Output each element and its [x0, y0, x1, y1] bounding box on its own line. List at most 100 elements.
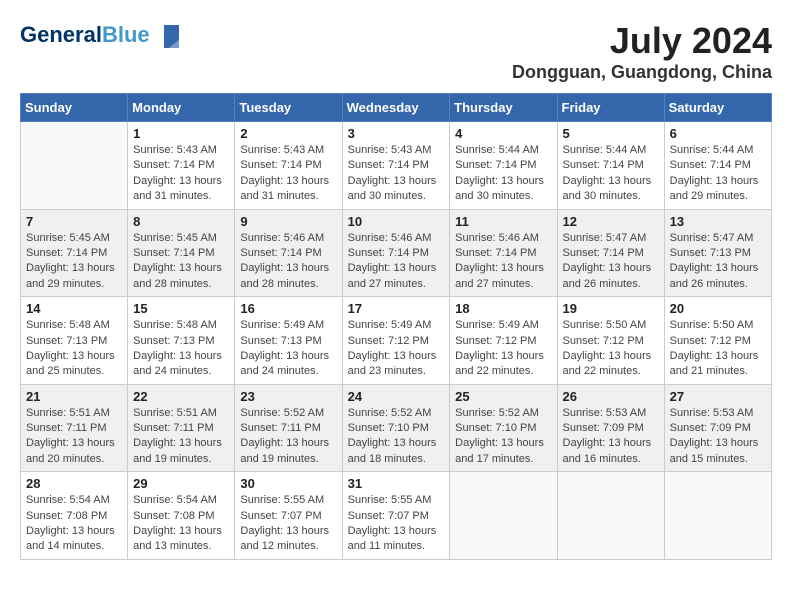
table-row — [450, 472, 557, 560]
day-info: Sunrise: 5:43 AM Sunset: 7:14 PM Dayligh… — [348, 143, 445, 205]
day-number: 12 — [563, 214, 659, 229]
calendar-week-row: 21Sunrise: 5:51 AM Sunset: 7:11 PM Dayli… — [21, 384, 772, 472]
table-row: 20 Sunrise: 5:50 AM Sunset: 7:12 PM Dayli… — [664, 297, 771, 385]
table-row: 18 Sunrise: 5:49 AM Sunset: 7:12 PM Dayli… — [450, 297, 557, 385]
day-number: 18 — [455, 301, 551, 316]
day-number: 20 — [670, 301, 766, 316]
table-row: 27 Sunrise: 5:53 AM Sunset: 7:09 PM Dayli… — [664, 384, 771, 472]
day-info: Sunrise: 5:49 AM Sunset: 7:12 PM Dayligh… — [455, 318, 551, 380]
table-row: 30 Sunrise: 5:55 AM Sunset: 7:07 PM Dayli… — [235, 472, 342, 560]
day-info: Sunrise: 5:49 AM Sunset: 7:12 PM Dayligh… — [348, 318, 445, 380]
day-number: 1 — [133, 126, 229, 141]
col-saturday: Saturday — [664, 94, 771, 122]
day-info: Sunrise: 5:48 AM Sunset: 7:13 PM Dayligh… — [133, 318, 229, 380]
day-info: Sunrise: 5:54 AM Sunset: 7:08 PM Dayligh… — [133, 493, 229, 555]
day-info: Sunrise: 5:48 AM Sunset: 7:13 PM Dayligh… — [26, 318, 122, 380]
day-info: Sunrise: 5:55 AM Sunset: 7:07 PM Dayligh… — [240, 493, 336, 555]
title-area: July 2024 Dongguan, Guangdong, China — [512, 20, 772, 83]
calendar-week-row: 28 Sunrise: 5:54 AM Sunset: 7:08 PM Dayli… — [21, 472, 772, 560]
day-info: Sunrise: 5:46 AM Sunset: 7:14 PM Dayligh… — [348, 231, 445, 293]
day-info: Sunrise: 5:45 AM Sunset: 7:14 PM Dayligh… — [133, 231, 229, 293]
day-number: 11 — [455, 214, 551, 229]
day-number: 4 — [455, 126, 551, 141]
calendar-week-row: 1 Sunrise: 5:43 AM Sunset: 7:14 PM Daylig… — [21, 122, 772, 210]
day-info: Sunrise: 5:52 AM Sunset: 7:10 PM Dayligh… — [455, 406, 551, 468]
day-info: Sunrise: 5:43 AM Sunset: 7:14 PM Dayligh… — [240, 143, 336, 205]
day-number: 10 — [348, 214, 445, 229]
day-number: 22 — [133, 389, 229, 404]
table-row: 26 Sunrise: 5:53 AM Sunset: 7:09 PM Dayli… — [557, 384, 664, 472]
day-number: 28 — [26, 476, 122, 491]
day-number: 17 — [348, 301, 445, 316]
logo-icon — [154, 20, 184, 50]
logo-blue: Blue — [102, 22, 150, 47]
table-row: 3 Sunrise: 5:43 AM Sunset: 7:14 PM Daylig… — [342, 122, 450, 210]
table-row: 5 Sunrise: 5:44 AM Sunset: 7:14 PM Daylig… — [557, 122, 664, 210]
calendar-week-row: 14 Sunrise: 5:48 AM Sunset: 7:13 PM Dayli… — [21, 297, 772, 385]
table-row — [21, 122, 128, 210]
calendar-week-row: 7 Sunrise: 5:45 AM Sunset: 7:14 PM Daylig… — [21, 209, 772, 297]
table-row: 13 Sunrise: 5:47 AM Sunset: 7:13 PM Dayli… — [664, 209, 771, 297]
day-info: Sunrise: 5:44 AM Sunset: 7:14 PM Dayligh… — [563, 143, 659, 205]
day-number: 5 — [563, 126, 659, 141]
day-info: Sunrise: 5:52 AM Sunset: 7:10 PM Dayligh… — [348, 406, 445, 468]
day-info: Sunrise: 5:54 AM Sunset: 7:08 PM Dayligh… — [26, 493, 122, 555]
table-row: 25Sunrise: 5:52 AM Sunset: 7:10 PM Dayli… — [450, 384, 557, 472]
day-number: 13 — [670, 214, 766, 229]
table-row: 22Sunrise: 5:51 AM Sunset: 7:11 PM Dayli… — [128, 384, 235, 472]
col-thursday: Thursday — [450, 94, 557, 122]
day-number: 3 — [348, 126, 445, 141]
table-row: 9Sunrise: 5:46 AM Sunset: 7:14 PM Daylig… — [235, 209, 342, 297]
calendar-header-row: Sunday Monday Tuesday Wednesday Thursday… — [21, 94, 772, 122]
col-friday: Friday — [557, 94, 664, 122]
day-number: 31 — [348, 476, 445, 491]
col-sunday: Sunday — [21, 94, 128, 122]
table-row: 15 Sunrise: 5:48 AM Sunset: 7:13 PM Dayli… — [128, 297, 235, 385]
day-info: Sunrise: 5:50 AM Sunset: 7:12 PM Dayligh… — [670, 318, 766, 380]
month-title: July 2024 — [512, 20, 772, 62]
day-number: 8 — [133, 214, 229, 229]
col-monday: Monday — [128, 94, 235, 122]
table-row: 14 Sunrise: 5:48 AM Sunset: 7:13 PM Dayli… — [21, 297, 128, 385]
day-info: Sunrise: 5:55 AM Sunset: 7:07 PM Dayligh… — [348, 493, 445, 555]
day-info: Sunrise: 5:44 AM Sunset: 7:14 PM Dayligh… — [455, 143, 551, 205]
table-row: 7 Sunrise: 5:45 AM Sunset: 7:14 PM Daylig… — [21, 209, 128, 297]
calendar: Sunday Monday Tuesday Wednesday Thursday… — [20, 93, 772, 560]
day-info: Sunrise: 5:50 AM Sunset: 7:12 PM Dayligh… — [563, 318, 659, 380]
table-row: 11Sunrise: 5:46 AM Sunset: 7:14 PM Dayli… — [450, 209, 557, 297]
table-row: 12 Sunrise: 5:47 AM Sunset: 7:14 PM Dayli… — [557, 209, 664, 297]
day-number: 15 — [133, 301, 229, 316]
day-number: 2 — [240, 126, 336, 141]
table-row: 16Sunrise: 5:49 AM Sunset: 7:13 PM Dayli… — [235, 297, 342, 385]
table-row: 21Sunrise: 5:51 AM Sunset: 7:11 PM Dayli… — [21, 384, 128, 472]
table-row: 17 Sunrise: 5:49 AM Sunset: 7:12 PM Dayli… — [342, 297, 450, 385]
day-info: Sunrise: 5:52 AM Sunset: 7:11 PM Dayligh… — [240, 406, 336, 468]
day-number: 7 — [26, 214, 122, 229]
table-row: 4 Sunrise: 5:44 AM Sunset: 7:14 PM Daylig… — [450, 122, 557, 210]
day-number: 24 — [348, 389, 445, 404]
day-number: 30 — [240, 476, 336, 491]
day-info: Sunrise: 5:44 AM Sunset: 7:14 PM Dayligh… — [670, 143, 766, 205]
day-info: Sunrise: 5:45 AM Sunset: 7:14 PM Dayligh… — [26, 231, 122, 293]
day-number: 29 — [133, 476, 229, 491]
day-info: Sunrise: 5:47 AM Sunset: 7:14 PM Dayligh… — [563, 231, 659, 293]
day-number: 19 — [563, 301, 659, 316]
day-number: 6 — [670, 126, 766, 141]
day-info: Sunrise: 5:53 AM Sunset: 7:09 PM Dayligh… — [563, 406, 659, 468]
col-wednesday: Wednesday — [342, 94, 450, 122]
table-row: 8 Sunrise: 5:45 AM Sunset: 7:14 PM Daylig… — [128, 209, 235, 297]
day-number: 26 — [563, 389, 659, 404]
table-row: 24 Sunrise: 5:52 AM Sunset: 7:10 PM Dayli… — [342, 384, 450, 472]
day-info: Sunrise: 5:53 AM Sunset: 7:09 PM Dayligh… — [670, 406, 766, 468]
table-row — [664, 472, 771, 560]
day-number: 23 — [240, 389, 336, 404]
table-row: 19 Sunrise: 5:50 AM Sunset: 7:12 PM Dayli… — [557, 297, 664, 385]
table-row: 2 Sunrise: 5:43 AM Sunset: 7:14 PM Daylig… — [235, 122, 342, 210]
table-row: 31 Sunrise: 5:55 AM Sunset: 7:07 PM Dayli… — [342, 472, 450, 560]
header: GeneralBlue July 2024 Dongguan, Guangdon… — [20, 20, 772, 83]
day-info: Sunrise: 5:51 AM Sunset: 7:11 PM Dayligh… — [26, 406, 122, 468]
day-info: Sunrise: 5:47 AM Sunset: 7:13 PM Dayligh… — [670, 231, 766, 293]
table-row: 29 Sunrise: 5:54 AM Sunset: 7:08 PM Dayli… — [128, 472, 235, 560]
day-number: 14 — [26, 301, 122, 316]
day-number: 27 — [670, 389, 766, 404]
